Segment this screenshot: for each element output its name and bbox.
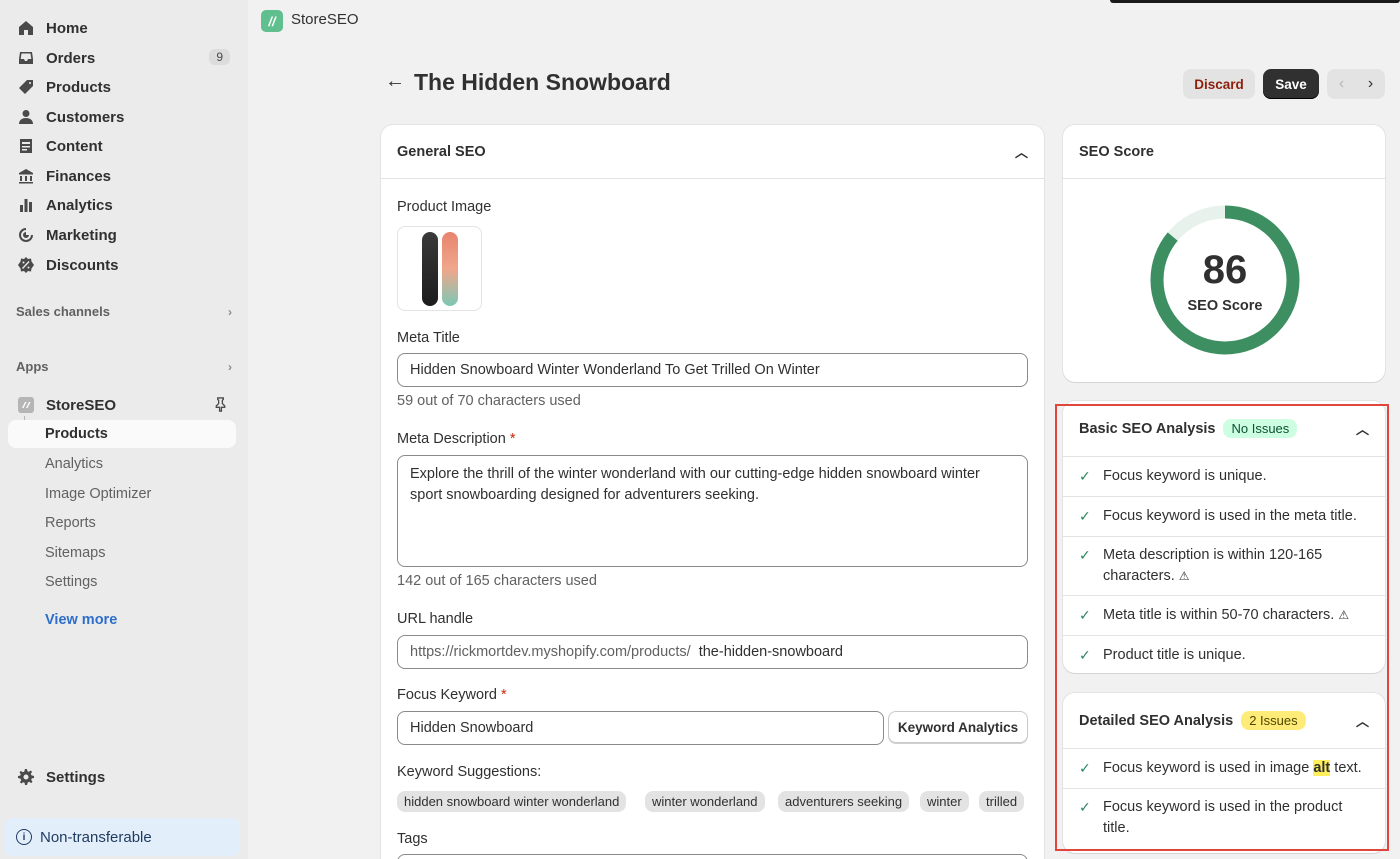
sidebar-item-label: Discounts bbox=[46, 256, 119, 274]
sidebar-item-orders[interactable]: Orders 9 bbox=[8, 43, 236, 73]
product-image-label: Product Image bbox=[397, 199, 492, 215]
sidebar-item-label: StoreSEO bbox=[46, 396, 117, 414]
seo-score-label: SEO Score bbox=[1187, 298, 1263, 314]
bar-chart-icon bbox=[18, 197, 34, 213]
sidebar-item-label: Analytics bbox=[46, 196, 113, 214]
apps-section[interactable]: Apps › bbox=[16, 359, 232, 374]
seo-score-card: SEO Score 86 SEO Score bbox=[1063, 125, 1385, 382]
sidebar-item-customers[interactable]: Customers bbox=[8, 102, 236, 132]
seo-score-header: SEO Score bbox=[1063, 125, 1385, 179]
sidebar-item-label: Home bbox=[46, 19, 88, 37]
highlight-annotation-frame bbox=[1055, 404, 1389, 851]
orders-count-badge: 9 bbox=[209, 49, 230, 65]
keyword-suggestion-chip[interactable]: trilled bbox=[979, 791, 1025, 812]
required-mark: * bbox=[500, 687, 507, 703]
url-handle-input[interactable]: https://rickmortdev.myshopify.com/produc… bbox=[397, 635, 1028, 669]
sidebar-item-discounts[interactable]: Discounts bbox=[8, 250, 236, 280]
sidebar-item-finances[interactable]: Finances bbox=[8, 161, 236, 191]
sidebar-item-label: Orders bbox=[46, 49, 96, 67]
bank-icon bbox=[18, 168, 34, 184]
sidebar-item-label: Settings bbox=[46, 768, 106, 786]
chevron-right-icon: › bbox=[228, 359, 232, 374]
focus-keyword-input[interactable]: Hidden Snowboard bbox=[397, 711, 884, 745]
tag-icon bbox=[18, 79, 34, 95]
product-image-thumbnail[interactable] bbox=[397, 226, 482, 311]
url-handle-value: the-hidden-snowboard bbox=[698, 644, 843, 660]
sidebar-item-content[interactable]: Content bbox=[8, 131, 236, 161]
sidebar-item-products[interactable]: Products bbox=[8, 72, 236, 102]
back-arrow-icon[interactable]: ← bbox=[385, 70, 405, 93]
sidebar-item-label: Marketing bbox=[46, 226, 117, 244]
keyword-suggestion-chip[interactable]: winter bbox=[920, 791, 969, 812]
next-button[interactable]: › bbox=[1356, 69, 1385, 99]
url-handle-label: URL handle bbox=[397, 611, 474, 627]
required-mark: * bbox=[509, 431, 516, 447]
meta-title-label: Meta Title bbox=[397, 330, 460, 346]
sidebar-item-label: Products bbox=[46, 78, 112, 96]
sidebar-item-label: Content bbox=[46, 137, 103, 155]
page-title: The Hidden Snowboard bbox=[414, 69, 671, 95]
pagination: ‹ › bbox=[1327, 69, 1385, 99]
meta-description-char-count: 142 out of 165 characters used bbox=[397, 573, 597, 589]
seo-score-value: 86 bbox=[1202, 248, 1248, 292]
discard-button[interactable]: Discard bbox=[1183, 69, 1255, 99]
info-icon: i bbox=[16, 829, 32, 845]
storeseo-app-icon bbox=[18, 397, 34, 413]
general-seo-card: General SEO ︿ Product Image Meta Title H… bbox=[381, 125, 1044, 859]
sidebar-item-analytics[interactable]: Analytics bbox=[8, 190, 236, 220]
sidebar-subitem-reports[interactable]: Reports bbox=[8, 509, 236, 537]
snowboard-image-color bbox=[441, 231, 458, 306]
meta-title-char-count: 59 out of 70 characters used bbox=[397, 393, 581, 409]
inbox-icon bbox=[18, 50, 34, 66]
sidebar-item-label: Customers bbox=[46, 108, 125, 126]
meta-description-textarea[interactable]: Explore the thrill of the winter wonderl… bbox=[397, 455, 1028, 567]
view-more-link[interactable]: View more bbox=[45, 612, 117, 628]
sidebar-subitem-settings[interactable]: Settings bbox=[8, 568, 236, 596]
storeseo-logo-icon: // bbox=[261, 10, 283, 32]
sidebar-subitem-image-optimizer[interactable]: Image Optimizer bbox=[8, 480, 236, 508]
keyword-analytics-button[interactable]: Keyword Analytics bbox=[888, 711, 1028, 743]
content-icon bbox=[18, 138, 34, 154]
sidebar-subitem-sitemaps[interactable]: Sitemaps bbox=[8, 539, 236, 567]
sidebar-item-marketing[interactable]: Marketing bbox=[8, 220, 236, 250]
sidebar-subitem-products[interactable]: Products bbox=[8, 420, 236, 448]
previous-button[interactable]: ‹ bbox=[1327, 69, 1356, 99]
person-icon bbox=[18, 109, 34, 125]
sidebar-item-home[interactable]: Home bbox=[8, 13, 236, 43]
sidebar-item-settings[interactable]: Settings bbox=[8, 762, 236, 792]
target-icon bbox=[18, 227, 34, 243]
keyword-suggestions-label: Keyword Suggestions: bbox=[397, 764, 542, 780]
keyword-suggestion-chip[interactable]: adventurers seeking bbox=[778, 791, 910, 812]
top-overlay-edge bbox=[1110, 0, 1400, 3]
tags-input[interactable] bbox=[397, 854, 1028, 859]
gear-icon bbox=[18, 769, 34, 785]
meta-title-input[interactable]: Hidden Snowboard Winter Wonderland To Ge… bbox=[397, 353, 1028, 387]
home-icon bbox=[18, 20, 34, 36]
keyword-suggestion-chip[interactable]: winter wonderland bbox=[645, 791, 765, 812]
meta-description-label: Meta Description * bbox=[397, 431, 516, 447]
sidebar-subitem-analytics[interactable]: Analytics bbox=[8, 450, 236, 478]
sidebar-item-storeseo[interactable]: StoreSEO bbox=[8, 390, 236, 420]
discount-icon bbox=[18, 257, 34, 273]
chevron-up-icon[interactable]: ︿ bbox=[1015, 142, 1028, 161]
pin-icon[interactable] bbox=[213, 397, 228, 416]
non-transferable-banner[interactable]: i Non-transferable bbox=[4, 818, 240, 856]
sidebar: Home Orders 9 Products Customers Content… bbox=[0, 0, 248, 859]
snowboard-image-dark bbox=[421, 231, 438, 306]
tags-label: Tags bbox=[397, 831, 428, 847]
sidebar-item-label: Finances bbox=[46, 167, 112, 185]
url-prefix: https://rickmortdev.myshopify.com/produc… bbox=[410, 644, 691, 660]
top-app-name: StoreSEO bbox=[291, 11, 359, 28]
save-button[interactable]: Save bbox=[1263, 69, 1319, 99]
chevron-right-icon: › bbox=[228, 304, 232, 319]
focus-keyword-label: Focus Keyword * bbox=[397, 687, 507, 703]
general-seo-header[interactable]: General SEO ︿ bbox=[381, 125, 1044, 179]
sales-channels-section[interactable]: Sales channels › bbox=[16, 304, 232, 319]
keyword-suggestion-chip[interactable]: hidden snowboard winter wonderland bbox=[397, 791, 627, 812]
